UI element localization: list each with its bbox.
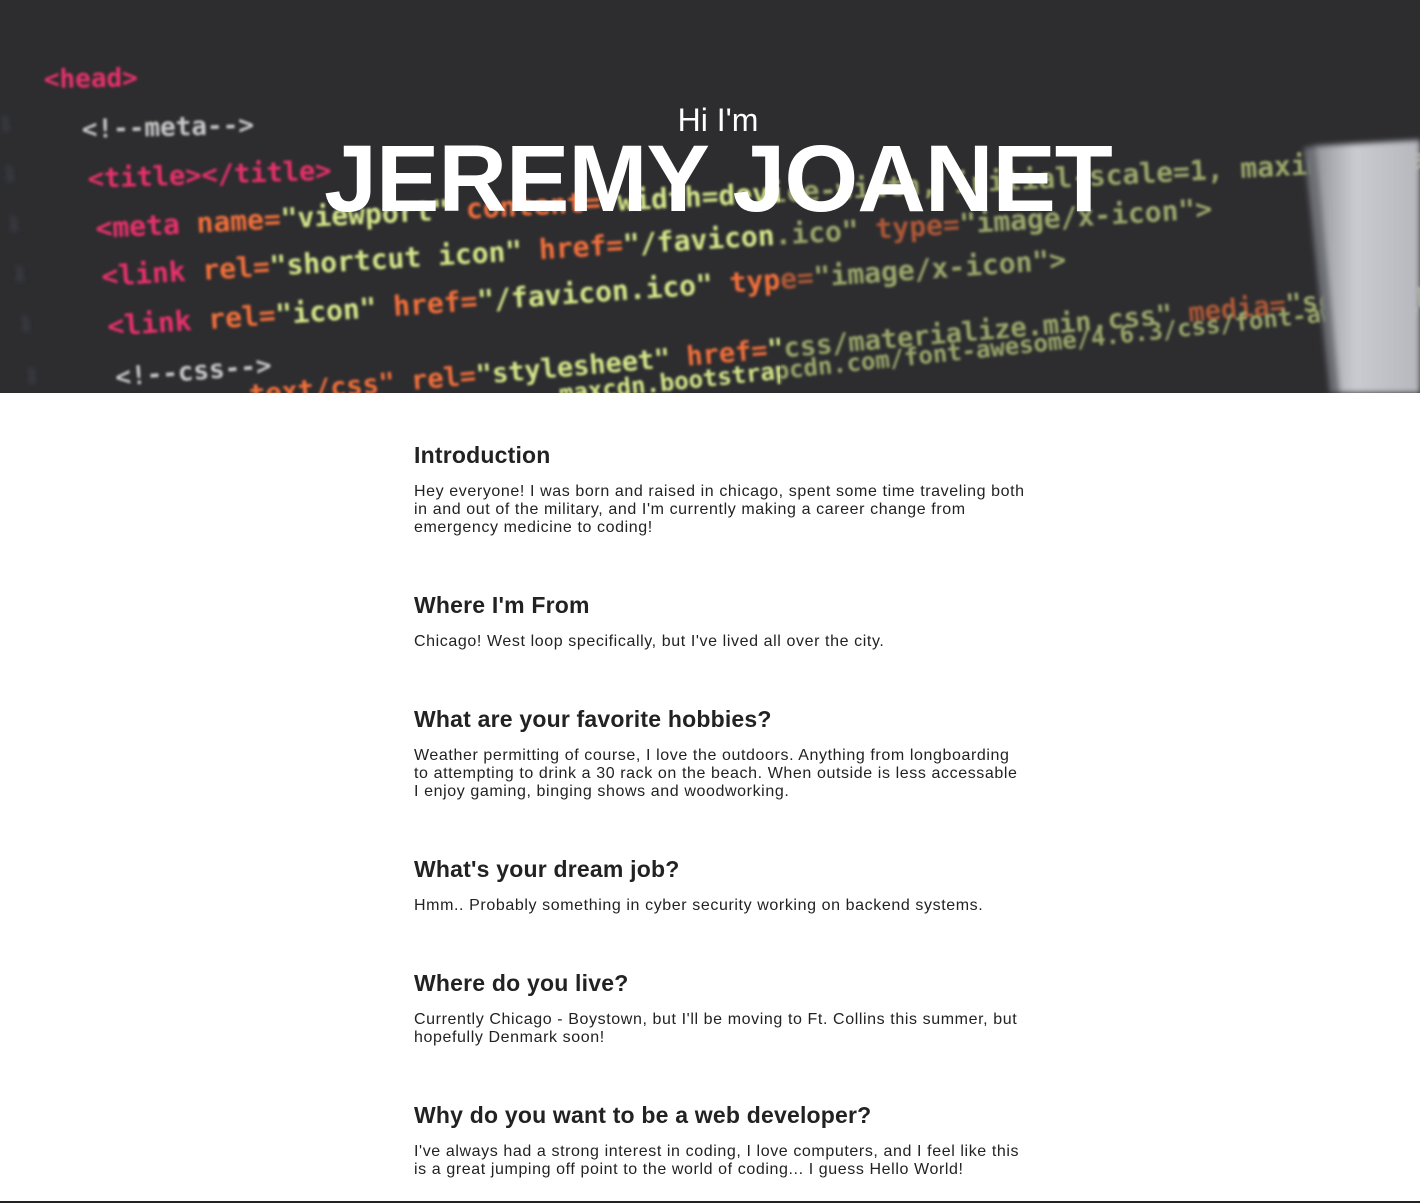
svg-text:1: 1 bbox=[26, 366, 37, 387]
section-body: Chicago! West loop specifically, but I'v… bbox=[414, 633, 885, 650]
section-heading: What are your favorite hobbies? bbox=[414, 706, 772, 732]
section-where-from: Where I'm From Chicago! West loop specif… bbox=[414, 591, 1034, 650]
section-body: Currently Chicago - Boystown, but I'll b… bbox=[414, 1011, 1018, 1046]
section-introduction: Introduction Hey everyone! I was born an… bbox=[414, 441, 1034, 536]
svg-text:<head>: <head> bbox=[44, 63, 138, 95]
section-why-web-dev: Why do you want to be a web developer? I… bbox=[414, 1101, 1034, 1178]
section-heading: Where I'm From bbox=[414, 592, 590, 618]
section-hobbies: What are your favorite hobbies? Weather … bbox=[414, 705, 1034, 800]
section-heading: Why do you want to be a web developer? bbox=[414, 1102, 872, 1128]
section-heading: Where do you live? bbox=[414, 970, 629, 996]
hero-name: JEREMY JOANET bbox=[324, 126, 1113, 232]
section-body: Hmm.. Probably something in cyber securi… bbox=[414, 897, 984, 914]
section-body: Weather permitting of course, I love the… bbox=[414, 747, 1018, 800]
section-body: I've always had a strong interest in cod… bbox=[414, 1143, 1020, 1178]
svg-text:1: 1 bbox=[14, 264, 25, 285]
section-heading: Introduction bbox=[414, 442, 551, 468]
section-where-live: Where do you live? Currently Chicago - B… bbox=[414, 969, 1034, 1046]
hero-banner: 1 1 1 1 1 1 <head> <!--meta--> <title></… bbox=[0, 0, 1420, 393]
section-body: Hey everyone! I was born and raised in c… bbox=[414, 483, 1025, 536]
section-dream-job: What's your dream job? Hmm.. Probably so… bbox=[414, 855, 1034, 914]
svg-text:1: 1 bbox=[20, 314, 31, 335]
section-heading: What's your dream job? bbox=[414, 856, 680, 882]
